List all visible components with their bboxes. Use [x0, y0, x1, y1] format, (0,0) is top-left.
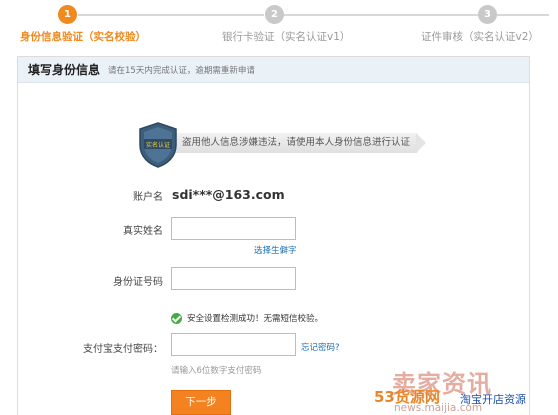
- warning-banner: 盗用他人信息涉嫌违法，请使用本人身份信息进行认证 实名认证: [136, 121, 426, 168]
- real-name-label: 真实姓名: [123, 226, 163, 237]
- security-check-notice: 安全设置检测成功！无需短信校验。: [171, 312, 323, 324]
- security-check-text: 安全设置检测成功！无需短信校验。: [187, 314, 324, 324]
- step-3-number: 3: [478, 5, 497, 24]
- step-1-label: 身份信息验证（实名校验）: [20, 31, 146, 43]
- identity-form-panel: 填写身份信息 请在15天内完成认证，逾期需重新申请 盗用他人信息涉嫌违法，请使用…: [17, 56, 530, 415]
- id-number-input[interactable]: [171, 267, 296, 290]
- panel-title: 填写身份信息: [28, 63, 101, 77]
- step-2-number: 2: [265, 5, 284, 24]
- account-label: 账户名: [133, 192, 163, 203]
- watermark-url: news.maijia.com: [394, 402, 483, 414]
- step-connector-3: [497, 14, 549, 16]
- real-name-input[interactable]: [171, 217, 296, 240]
- step-2-label: 银行卡验证（实名认证v1）: [222, 31, 351, 43]
- pay-password-input[interactable]: [171, 333, 296, 356]
- step-connector-2: [284, 14, 478, 16]
- warning-message: 盗用他人信息涉嫌违法，请使用本人身份信息进行认证: [148, 133, 418, 153]
- pay-password-hint: 请输入6位数字支付密码: [171, 366, 262, 376]
- banner-arrow: [416, 133, 426, 153]
- panel-header: 填写身份信息 请在15天内完成认证，逾期需重新申请: [18, 57, 529, 83]
- forgot-password-link[interactable]: 忘记密码?: [301, 341, 340, 353]
- step-1-number: 1: [58, 5, 77, 24]
- next-step-button[interactable]: 下一步: [171, 390, 231, 415]
- step-3-label: 证件审核（实名认证v2）: [421, 31, 539, 43]
- check-circle-icon: [171, 312, 182, 324]
- id-number-label: 身份证号码: [113, 277, 163, 288]
- panel-subtitle: 请在15天内完成认证，逾期需重新申请: [108, 65, 255, 76]
- shield-label: 实名认证: [146, 141, 170, 149]
- pay-password-label: 支付宝支付密码：: [83, 344, 163, 355]
- progress-stepper: 1 身份信息验证（实名校验） 2 银行卡验证（实名认证v1） 3 证件审核（实名…: [0, 0, 558, 52]
- step-connector-1: [78, 14, 264, 16]
- account-value: sdi***@163.com: [172, 187, 285, 202]
- rare-character-link[interactable]: 选择生僻字: [254, 244, 297, 256]
- shield-icon: 实名认证: [139, 122, 177, 168]
